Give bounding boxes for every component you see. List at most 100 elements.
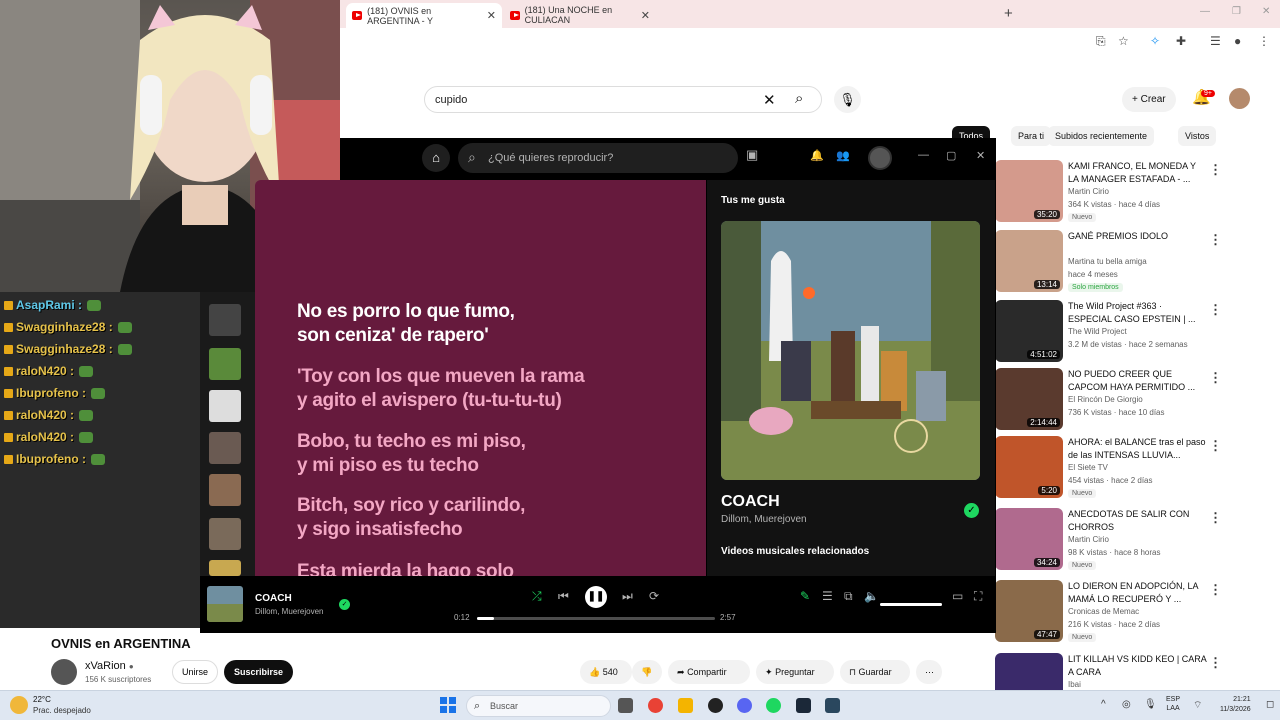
progress-bar[interactable] — [477, 617, 715, 620]
weather-temp[interactable]: 22°C — [33, 695, 51, 704]
home-icon[interactable]: ⌂ — [422, 144, 450, 172]
miniplayer-icon[interactable]: ▭ — [952, 589, 963, 603]
recommendation-item[interactable]: 13:14 GANÉ PREMIOS IDOLO Martina tu bella … — [995, 230, 1265, 296]
menu-icon[interactable]: ⋮ — [1258, 34, 1270, 48]
volume-icon[interactable]: 🔈 — [864, 589, 879, 603]
artist-thumb[interactable] — [209, 432, 241, 464]
join-button[interactable]: Unirse — [172, 660, 219, 684]
chat-username[interactable]: Ibuprofeno : — [16, 386, 86, 400]
video-thumbnail[interactable]: 13:14 — [995, 230, 1063, 292]
chat-username[interactable]: Ibuprofeno : — [16, 452, 86, 466]
search-input[interactable]: cupido — [435, 94, 467, 106]
more-options-icon[interactable]: ⋮ — [1209, 582, 1222, 598]
more-options-icon[interactable]: ⋮ — [1209, 232, 1222, 248]
more-options-icon[interactable]: ⋮ — [1209, 510, 1222, 526]
browse-icon[interactable]: ▣ — [746, 147, 758, 163]
video-title[interactable]: AHORA: el BALANCE tras el paso de las IN… — [1068, 436, 1208, 462]
tab-culiacan[interactable]: (181) Una NOCHE en CULIACAN ✕ — [504, 4, 656, 26]
video-title[interactable]: GANÉ PREMIOS IDOLO — [1068, 230, 1208, 243]
video-thumbnail[interactable]: 4:51:02 — [995, 300, 1063, 362]
repeat-icon[interactable]: ⟳ — [649, 589, 659, 603]
spotify-search[interactable]: ⌕ ¿Qué quieres reproducir? — [458, 143, 738, 173]
now-playing-artists[interactable]: Dillom, Muerejoven — [721, 514, 807, 525]
channel-name[interactable]: The Wild Project — [1068, 327, 1127, 336]
search-box[interactable]: cupido ✕ ⌕ — [424, 86, 822, 113]
video-title[interactable]: LIT KILLAH VS KIDD KEO | CARA A CARA — [1068, 653, 1208, 679]
close-icon[interactable]: ✕ — [641, 9, 650, 22]
taskbar-search[interactable]: ⌕ Buscar — [466, 695, 611, 717]
close-icon[interactable]: ✕ — [976, 149, 985, 162]
install-icon[interactable]: ⎘ — [1096, 34, 1106, 49]
minimize-button[interactable]: — — [1200, 6, 1210, 17]
artist-thumb[interactable] — [209, 304, 241, 336]
profile-icon[interactable]: ● — [1234, 34, 1241, 48]
avatar[interactable] — [1229, 88, 1250, 109]
microphone-icon[interactable]: 🎙 — [834, 86, 861, 113]
weather-icon[interactable] — [10, 696, 28, 714]
channel-name[interactable]: El Rincón De Giorgio — [1068, 395, 1143, 404]
more-options-icon[interactable]: ⋮ — [1209, 162, 1222, 178]
channel-name[interactable]: Martin Cirio — [1068, 535, 1109, 544]
share-button[interactable]: ➦ Compartir — [668, 660, 750, 684]
friends-icon[interactable]: 👥 — [836, 149, 850, 162]
queue-icon[interactable]: ☰ — [822, 589, 833, 603]
more-options-icon[interactable]: ⋮ — [1209, 302, 1222, 318]
lyric-line[interactable]: Bobo, tu techo es mi piso, y mi piso es t… — [297, 430, 526, 478]
lyric-line[interactable]: No es porro lo que fumo, son ceniza' de r… — [297, 300, 515, 348]
artist-thumb[interactable] — [209, 348, 241, 380]
video-thumbnail[interactable]: 47:47 — [995, 580, 1063, 642]
spotify-icon[interactable] — [766, 698, 781, 713]
dislike-button[interactable]: 👎 — [632, 660, 662, 684]
app-icon[interactable] — [708, 698, 723, 713]
recommendation-item[interactable]: 4:51:02 The Wild Project #363 · ESPECIAL … — [995, 300, 1265, 366]
puzzle-icon[interactable]: ✚ — [1176, 34, 1186, 48]
tray-chevron-icon[interactable]: ^ — [1101, 699, 1106, 710]
network-icon[interactable]: ◎ — [1122, 699, 1131, 710]
lyrics-icon[interactable]: ✎ — [800, 589, 810, 603]
channel-name[interactable]: Martin Cirio — [1068, 187, 1109, 196]
recommendation-item[interactable]: 47:47 LO DIERON EN ADOPCIÓN, LA MAMÁ LO R… — [995, 580, 1265, 646]
recommendation-item[interactable]: 35:20 KAMI FRANCO, EL MONEDA Y LA MANAGER… — [995, 160, 1265, 226]
video-title[interactable]: ANECDOTAS DE SALIR CON CHORROS — [1068, 508, 1208, 534]
close-window-button[interactable]: ✕ — [1262, 6, 1270, 17]
artist-thumb[interactable] — [209, 390, 241, 422]
video-thumbnail[interactable]: 35:20 — [995, 160, 1063, 222]
chat-username[interactable]: raloN420 : — [16, 364, 74, 378]
tab-ovnis[interactable]: (181) OVNIS en ARGENTINA - Y ✕ — [346, 3, 502, 28]
artist-thumb[interactable] — [209, 560, 241, 576]
chat-username[interactable]: raloN420 : — [16, 408, 74, 422]
bookmark-star-icon[interactable]: ☆ — [1118, 34, 1129, 48]
task-view-icon[interactable] — [618, 698, 633, 713]
now-playing-title[interactable]: COACH — [721, 493, 780, 511]
save-button[interactable]: ⊓ Guardar — [840, 660, 910, 684]
more-actions-button[interactable]: ⋯ — [916, 660, 942, 684]
liked-check-icon[interactable]: ✓ — [964, 503, 979, 518]
chat-username[interactable]: AsapRami : — [16, 298, 82, 312]
like-button[interactable]: 👍 540 — [580, 660, 632, 684]
channel-name[interactable]: Ibai — [1068, 680, 1081, 689]
chat-username[interactable]: Swagginhaze28 : — [16, 342, 113, 356]
recommendation-item[interactable]: 2:14:44 NO PUEDO CREER QUE CAPCOM HAYA PE… — [995, 368, 1265, 434]
channel-avatar[interactable] — [51, 659, 77, 685]
windows-start-icon[interactable] — [440, 697, 456, 713]
weather-desc[interactable]: Prac. despejado — [33, 706, 91, 715]
steam-icon[interactable] — [796, 698, 811, 713]
more-options-icon[interactable]: ⋮ — [1209, 370, 1222, 386]
channel-name[interactable]: xVaRion ● — [85, 660, 134, 672]
lyric-line[interactable]: Esta mierda la hago solo — [297, 560, 514, 576]
video-title[interactable]: NO PUEDO CREER QUE CAPCOM HAYA PERMITIDO… — [1068, 368, 1208, 394]
more-options-icon[interactable]: ⋮ — [1209, 438, 1222, 454]
language-indicator[interactable]: ESP LAA — [1166, 695, 1180, 713]
previous-icon[interactable]: ⏮ — [558, 589, 569, 604]
chip-vistos[interactable]: Vistos — [1178, 126, 1217, 146]
more-options-icon[interactable]: ⋮ — [1209, 655, 1222, 671]
reading-list-icon[interactable]: ☰ — [1210, 34, 1221, 48]
player-artists[interactable]: Dillom, Muerejoven — [255, 607, 323, 616]
clock[interactable]: 21:21 11/3/2026 — [1220, 695, 1251, 715]
chip-recientes[interactable]: Subidos recientemente — [1048, 126, 1155, 146]
maximize-icon[interactable]: ▢ — [946, 149, 956, 162]
wifi-icon[interactable]: ⌔ — [1193, 699, 1202, 712]
fullscreen-icon[interactable]: ⛶ — [974, 589, 982, 604]
channel-name[interactable]: El Siete TV — [1068, 463, 1108, 472]
subscribe-button[interactable]: Suscribirse — [224, 660, 294, 684]
